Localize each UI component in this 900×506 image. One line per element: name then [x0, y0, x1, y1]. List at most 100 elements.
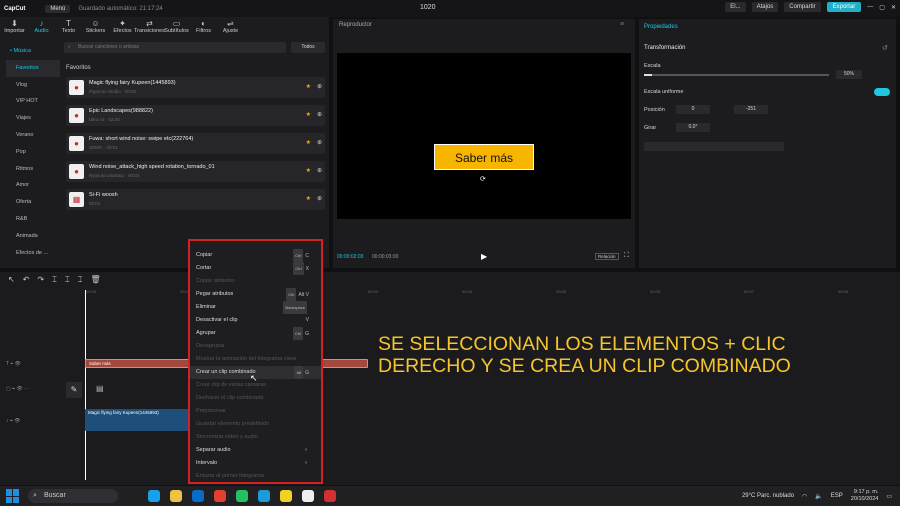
sidebar-item[interactable]: R&B: [6, 211, 60, 228]
player-menu-icon[interactable]: ≡: [620, 21, 624, 28]
tool-ajuste[interactable]: ⇌ Ajuste: [218, 17, 243, 39]
track-item[interactable]: ● Fuwa: short wind noise: swipe etc(22276…: [66, 133, 325, 154]
sidebar-item[interactable]: Viajes: [6, 110, 60, 127]
favorite-star-icon[interactable]: ★: [306, 111, 311, 118]
clock[interactable]: 9:17 p. m. 20/10/2024: [851, 489, 879, 503]
audio-clip[interactable]: Magic flying fairy Kupeen(1445893): [85, 409, 190, 431]
sidebar-item[interactable]: Ritmos: [6, 161, 60, 178]
sidebar-item[interactable]: Oferta: [6, 194, 60, 211]
track-item[interactable]: ● Magic flying fairy Kupeen(1445893) Pigmo…: [66, 77, 325, 98]
favorite-star-icon[interactable]: ★: [306, 139, 311, 146]
export-button[interactable]: Exportar: [826, 2, 862, 12]
menu-item[interactable]: Separar audio ›: [190, 444, 321, 457]
menu-item[interactable]: Desagrupar: [190, 340, 321, 353]
browser-icon[interactable]: [148, 490, 160, 502]
tool-transiciones[interactable]: ⇄ Transiciones: [134, 17, 165, 39]
track-item[interactable]: ● Wind noise_attack_high speed rotation_t…: [66, 161, 325, 182]
add-icon[interactable]: ⊕: [317, 139, 322, 146]
close-icon[interactable]: ✕: [891, 4, 896, 11]
uniform-scale-toggle[interactable]: [874, 88, 890, 96]
menu-item[interactable]: Guardar elemento predefinido: [190, 418, 321, 431]
notification-icon[interactable]: ▭: [886, 493, 892, 500]
add-icon[interactable]: ⊕: [317, 167, 322, 174]
sidebar-item[interactable]: Animada: [6, 228, 60, 245]
add-icon[interactable]: ⊕: [317, 83, 322, 90]
sidebar-item[interactable]: Vlog: [6, 77, 60, 94]
outlook-icon[interactable]: [192, 490, 204, 502]
folder-icon[interactable]: [170, 490, 182, 502]
track-item[interactable]: ▦ Si-Fi woosh 00:01 ★ ⊕: [66, 189, 325, 210]
menu-item[interactable]: Enlazar al primer fotograma: [190, 470, 321, 483]
tool-importar[interactable]: ⬇ Importar: [2, 17, 27, 39]
volume-icon[interactable]: 🔈: [815, 493, 822, 500]
sidebar-item[interactable]: Verano: [6, 127, 60, 144]
language[interactable]: ESP: [831, 493, 843, 499]
search-input[interactable]: ⌕ Buscar canciones o artistas: [64, 42, 286, 53]
menu-item[interactable]: Copiar Ctrl C: [190, 249, 321, 262]
capcut-icon[interactable]: [302, 490, 314, 502]
favorite-star-icon[interactable]: ★: [306, 195, 311, 202]
menu-item[interactable]: Intervalo ›: [190, 457, 321, 470]
menu-item[interactable]: Eliminar Backspace: [190, 301, 321, 314]
menu-item[interactable]: Preprocesar: [190, 405, 321, 418]
align-toolbar[interactable]: [644, 142, 784, 151]
sidebar-item[interactable]: Pop: [6, 144, 60, 161]
notes-icon[interactable]: [280, 490, 292, 502]
sidebar-item[interactable]: Favoritos: [6, 59, 60, 77]
ruler-tick-label: 00:04: [462, 289, 473, 294]
windows-start-icon[interactable]: [6, 489, 20, 503]
user-chip[interactable]: El...: [725, 2, 746, 12]
share-button[interactable]: Compartir: [784, 2, 821, 12]
reset-icon[interactable]: ↺: [882, 44, 888, 52]
minimize-icon[interactable]: —: [867, 4, 873, 10]
play-icon[interactable]: ▶: [481, 252, 487, 261]
scale-slider[interactable]: [644, 74, 829, 76]
track-item[interactable]: ● Epic Landscapes(988822) Ultra v2 · 02:25…: [66, 105, 325, 126]
maximize-icon[interactable]: ▢: [879, 4, 885, 11]
tool-stickers[interactable]: ☺ Stickers: [83, 17, 108, 39]
rotate-field[interactable]: 0.0°: [676, 123, 710, 132]
tool-efectos[interactable]: ✦ Efectos: [110, 17, 135, 39]
shortcuts-button[interactable]: Atajos: [751, 2, 779, 12]
tool-filtros[interactable]: ◐ Filtros: [191, 17, 216, 39]
recorder-icon[interactable]: [324, 490, 336, 502]
sidebar-item[interactable]: Amor: [6, 177, 60, 194]
chrome-icon[interactable]: [214, 490, 226, 502]
menu-item[interactable]: Cortar Ctrl X: [190, 262, 321, 275]
ratio-button[interactable]: Relación: [595, 253, 619, 260]
tool-subtítulos[interactable]: ▭ Subtítulos: [164, 17, 189, 39]
position-x-field[interactable]: 0: [676, 105, 710, 114]
add-icon[interactable]: ⊕: [317, 111, 322, 118]
playhead[interactable]: [85, 290, 86, 480]
favorite-star-icon[interactable]: ★: [306, 83, 311, 90]
menu-item[interactable]: Sincronizar vídeo y audio: [190, 431, 321, 444]
taskbar-search[interactable]: ⌕ Buscar: [28, 489, 118, 503]
menu-button[interactable]: Menú: [45, 4, 71, 13]
sidebar-item[interactable]: • Música: [6, 43, 60, 60]
menu-item[interactable]: Deshacer el clip combinado: [190, 392, 321, 405]
sidebar-item[interactable]: Efectos de ...: [6, 245, 60, 262]
fullscreen-icon[interactable]: ⛶: [624, 252, 629, 260]
overlay-text-box[interactable]: Saber más: [434, 144, 534, 170]
wifi-icon[interactable]: ◠: [802, 493, 807, 500]
whatsapp-icon[interactable]: [236, 490, 248, 502]
edit-icon[interactable]: ✎: [66, 382, 82, 398]
menu-item[interactable]: Agrupar Ctrl G: [190, 327, 321, 340]
autosave-status: Guardado automático: 21:17:24: [78, 5, 163, 12]
scale-value[interactable]: 50%: [836, 70, 862, 79]
position-y-field[interactable]: -251: [734, 105, 768, 114]
tool-audio[interactable]: ♪ Audio: [29, 17, 54, 39]
favorite-star-icon[interactable]: ★: [306, 167, 311, 174]
edge-icon[interactable]: [258, 490, 270, 502]
filter-dropdown[interactable]: Todos: [291, 42, 325, 53]
rotate-handle-icon[interactable]: ⟳: [480, 175, 486, 183]
sidebar-item[interactable]: VIP HOT: [6, 93, 60, 110]
menu-item[interactable]: Mostrar la animación del fotograma clave: [190, 353, 321, 366]
menu-item[interactable]: Copiar atributos: [190, 275, 321, 288]
menu-item[interactable]: Pegar atributos Ctrl Alt V: [190, 288, 321, 301]
tool-texto[interactable]: T Texto: [56, 17, 81, 39]
add-icon[interactable]: ⊕: [317, 195, 322, 202]
menu-item[interactable]: Desactivar el clip V: [190, 314, 321, 327]
weather[interactable]: 29°C Parc. nublado: [742, 493, 794, 499]
preview-canvas[interactable]: [337, 53, 631, 219]
